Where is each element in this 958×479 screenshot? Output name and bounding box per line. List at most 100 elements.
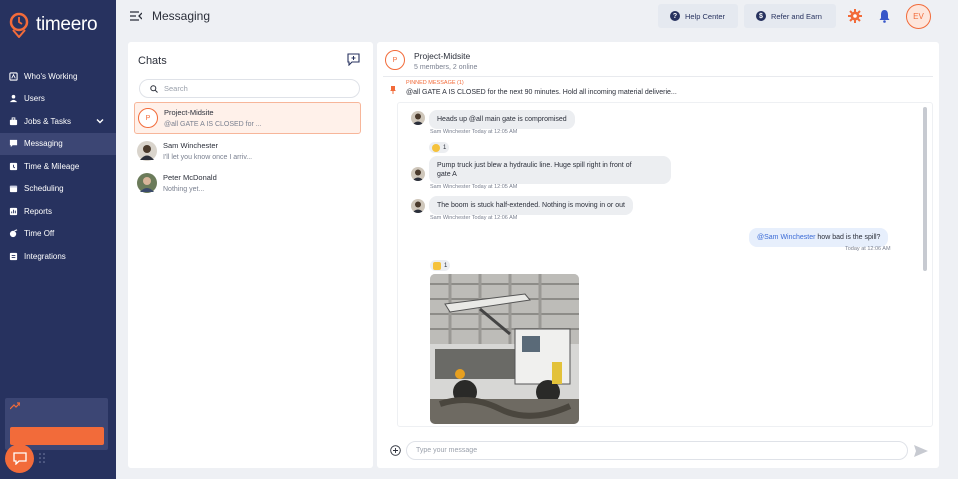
- avatar: [411, 199, 425, 213]
- thumbs-up-emoji-icon: [433, 261, 441, 270]
- refer-and-earn-label: Refer and Earn: [771, 11, 822, 21]
- chats-panel: Chats Search P Project-Midsite @all GATE…: [128, 42, 373, 468]
- sidebar-item-whos-working[interactable]: Who's Working: [0, 65, 116, 88]
- chart-icon: [8, 206, 18, 216]
- chat-preview: I'll let you know once I arriv...: [163, 154, 253, 161]
- integrations-icon: [8, 251, 18, 261]
- message-meta: Today at 12:06 AM: [845, 246, 891, 252]
- sidebar-item-label: Time & Mileage: [24, 161, 80, 171]
- pump-truck-photo: [430, 274, 579, 424]
- sidebar-item-users[interactable]: Users: [0, 88, 116, 111]
- chat-name: Peter McDonald: [163, 173, 217, 182]
- reaction-count: 1: [444, 262, 448, 269]
- help-center-label: Help Center: [685, 11, 726, 21]
- message-text: Pump truck just blew a hydraulic line. H…: [437, 162, 632, 169]
- bell-icon[interactable]: [878, 9, 891, 23]
- chat-list-item[interactable]: P Project-Midsite @all GATE A IS CLOSED …: [134, 102, 361, 134]
- message-meta: Sam Winchester Today at 12:06 AM: [430, 215, 518, 221]
- refer-and-earn-button[interactable]: $ Refer and Earn: [744, 4, 836, 28]
- sidebar-item-label: Messaging: [24, 139, 63, 149]
- sidebar-item-integrations[interactable]: Integrations: [0, 245, 116, 268]
- mention-link[interactable]: @Sam Winchester: [757, 234, 815, 241]
- scrollbar[interactable]: [923, 107, 927, 271]
- pin-icon: [390, 86, 396, 94]
- conversation-avatar: P: [385, 50, 405, 70]
- message-list[interactable]: Heads up @all main gate is compromised S…: [397, 102, 933, 427]
- new-chat-icon[interactable]: [347, 53, 360, 66]
- page-title: Messaging: [152, 9, 211, 23]
- chat-list-item[interactable]: Peter McDonald Nothing yet...: [134, 167, 361, 199]
- sidebar-item-reports[interactable]: Reports: [0, 200, 116, 223]
- gear-icon[interactable]: [848, 9, 862, 23]
- reaction-count: 1: [443, 144, 447, 151]
- message-bubble-own[interactable]: @Sam Winchester how bad is the spill?: [749, 228, 889, 247]
- message-bubble[interactable]: Pump truck just blew a hydraulic line. H…: [429, 156, 671, 184]
- dollar-icon: $: [756, 11, 766, 21]
- sidebar: timeero Who's Working Users Jobs & Tasks…: [0, 0, 116, 479]
- sidebar-item-label: Reports: [24, 206, 53, 216]
- sidebar-item-time-mileage[interactable]: Time & Mileage: [0, 155, 116, 178]
- map-pin-icon: [8, 71, 18, 81]
- conversation-name[interactable]: Project-Midsite: [414, 51, 470, 61]
- search-placeholder: Search: [164, 84, 188, 93]
- chat-avatar: P: [138, 108, 158, 128]
- sidebar-item-jobs-tasks[interactable]: Jobs & Tasks: [0, 110, 116, 133]
- timeero-logo-icon: [9, 12, 29, 38]
- message-bubble[interactable]: The boom is stuck half-extended. Nothing…: [429, 196, 633, 215]
- message-image[interactable]: [430, 274, 579, 424]
- sidebar-item-label: Users: [24, 94, 45, 104]
- clock-icon: [8, 161, 18, 171]
- chat-avatar: [137, 173, 157, 193]
- divider: [383, 76, 933, 77]
- message-bubble[interactable]: Heads up @all main gate is compromised: [429, 110, 575, 129]
- laugh-emoji-icon: [432, 143, 440, 152]
- send-icon[interactable]: [914, 445, 928, 457]
- sidebar-item-time-off[interactable]: Time Off: [0, 223, 116, 246]
- message-input[interactable]: Type your message: [406, 441, 908, 460]
- sidebar-item-label: Scheduling: [24, 184, 64, 194]
- conversation-members: 5 members, 2 online: [414, 64, 478, 71]
- briefcase-icon: [8, 116, 18, 126]
- chat-name: Project-Midsite: [164, 108, 214, 117]
- app-name: timeero: [36, 14, 98, 35]
- message-input-placeholder: Type your message: [416, 447, 478, 454]
- sidebar-item-messaging[interactable]: Messaging: [0, 132, 116, 155]
- search-icon: [150, 84, 158, 93]
- sidebar-nav: Who's Working Users Jobs & Tasks Messagi…: [0, 65, 116, 268]
- user-avatar[interactable]: EV: [906, 4, 931, 29]
- conversation-panel: P Project-Midsite 5 members, 2 online PI…: [377, 42, 939, 468]
- support-chat-button[interactable]: [5, 444, 34, 473]
- sidebar-item-label: Who's Working: [24, 71, 78, 81]
- chat-name: Sam Winchester: [163, 141, 219, 150]
- chat-list-item[interactable]: Sam Winchester I'll let you know once I …: [134, 135, 361, 167]
- trending-up-icon: [10, 402, 20, 410]
- pinned-message[interactable]: @all GATE A IS CLOSED for the next 90 mi…: [406, 89, 677, 96]
- chat-preview: Nothing yet...: [163, 186, 205, 193]
- add-attachment-icon[interactable]: [390, 445, 401, 456]
- app-logo[interactable]: timeero: [8, 12, 98, 38]
- drag-handle-icon[interactable]: [39, 453, 45, 463]
- chat-search-input[interactable]: Search: [139, 79, 360, 98]
- sidebar-item-scheduling[interactable]: Scheduling: [0, 178, 116, 201]
- calendar-icon: [8, 184, 18, 194]
- help-center-button[interactable]: ? Help Center: [658, 4, 738, 28]
- chat-bubble-icon: [12, 452, 27, 465]
- question-icon: ?: [670, 11, 680, 21]
- time-off-icon: [8, 229, 18, 239]
- pinned-label[interactable]: PINNED MESSAGE (1): [406, 80, 464, 86]
- promo-button[interactable]: [10, 427, 104, 445]
- sidebar-item-label: Integrations: [24, 251, 66, 261]
- reaction-badge[interactable]: 1: [430, 260, 451, 271]
- message-text: gate A: [437, 171, 457, 178]
- users-icon: [8, 94, 18, 104]
- chat-avatar: [137, 141, 157, 161]
- sidebar-item-label: Time Off: [24, 229, 55, 239]
- message-meta: Sam Winchester Today at 12:05 AM: [430, 184, 518, 190]
- collapse-sidebar-icon[interactable]: [130, 11, 142, 21]
- chats-title: Chats: [138, 55, 167, 67]
- chevron-down-icon[interactable]: [96, 117, 104, 125]
- chat-preview: @all GATE A IS CLOSED for ...: [164, 121, 262, 128]
- reaction-badge[interactable]: 1: [429, 142, 450, 153]
- promo-card: [5, 398, 108, 450]
- avatar: [411, 167, 425, 181]
